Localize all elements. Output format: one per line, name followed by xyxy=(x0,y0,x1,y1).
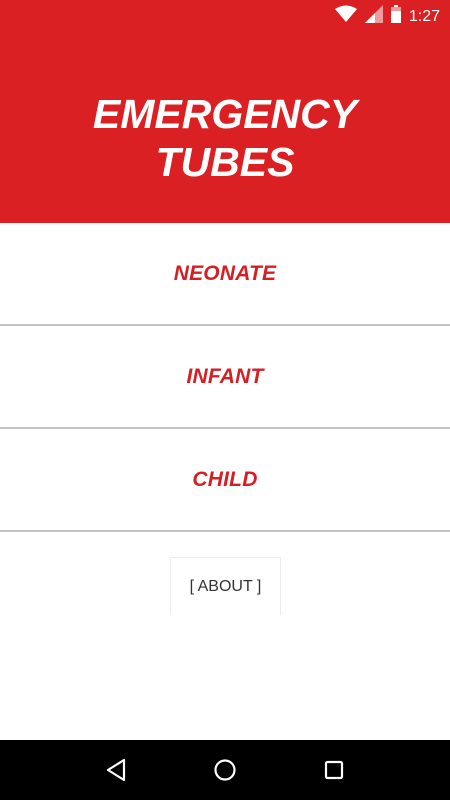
tube-size-menu: NEONATE INFANT CHILD xyxy=(0,223,450,532)
page-title: EMERGENCY TUBES xyxy=(0,90,450,186)
menu-item-label: CHILD xyxy=(192,467,258,491)
cell-signal-icon xyxy=(364,5,383,28)
back-icon[interactable] xyxy=(102,756,130,784)
status-time: 1:27 xyxy=(408,7,440,25)
system-nav-bar xyxy=(0,740,450,800)
menu-item-label: NEONATE xyxy=(173,261,277,285)
menu-item-child[interactable]: CHILD xyxy=(0,429,450,532)
title-line-1: EMERGENCY xyxy=(92,91,358,137)
about-button[interactable]: [ ABOUT ] xyxy=(170,557,281,615)
wifi-icon xyxy=(334,5,357,28)
menu-item-infant[interactable]: INFANT xyxy=(0,326,450,429)
recents-icon[interactable] xyxy=(320,756,348,784)
title-line-2: TUBES xyxy=(155,139,295,185)
menu-item-label: INFANT xyxy=(186,364,264,388)
battery-icon xyxy=(390,5,401,28)
app-screen: 1:27 EMERGENCY TUBES NEONATE INFANT CHIL… xyxy=(0,0,450,800)
app-header: 1:27 EMERGENCY TUBES xyxy=(0,0,450,223)
menu-item-neonate[interactable]: NEONATE xyxy=(0,223,450,326)
home-icon[interactable] xyxy=(211,756,239,784)
status-bar: 1:27 xyxy=(0,0,450,33)
